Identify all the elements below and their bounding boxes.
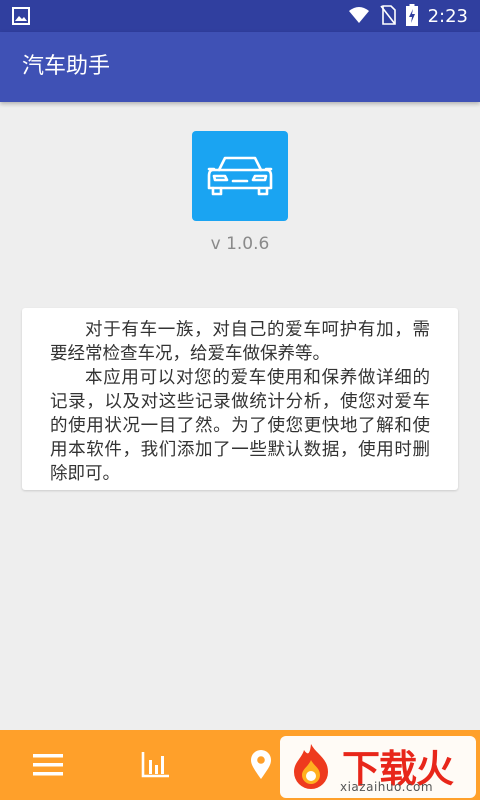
description-paragraph-1: 对于有车一族，对自己的爱车呵护有加，需要经常检查车况，给爱车做保养等。 xyxy=(50,320,430,364)
app-version: v 1.0.6 xyxy=(210,234,270,254)
status-bar: 2:23 xyxy=(0,0,480,32)
chart-icon xyxy=(141,752,169,778)
watermark-logo: 下载火 xiazaihuo.com xyxy=(280,736,476,798)
nav-statistics-button[interactable] xyxy=(125,730,185,800)
no-sim-icon xyxy=(379,5,396,29)
flame-icon xyxy=(294,744,328,789)
image-icon xyxy=(12,7,30,29)
page-title: 汽车助手 xyxy=(22,54,111,79)
car-icon xyxy=(207,156,273,196)
nav-menu-button[interactable] xyxy=(18,730,78,800)
app-logo xyxy=(192,131,288,221)
wifi-icon xyxy=(348,6,370,28)
description-paragraph-2: 本应用可以对您的爱车使用和保养做详细的记录，以及对这些记录做统计分析，使您对爱车… xyxy=(50,368,430,484)
status-time: 2:23 xyxy=(427,6,468,27)
description-card: 对于有车一族，对自己的爱车呵护有加，需要经常检查车况，给爱车做保养等。 本应用可… xyxy=(22,308,458,490)
watermark-url: xiazaihuo.com xyxy=(340,780,434,794)
location-icon xyxy=(251,750,271,779)
app-bar: 汽车助手 xyxy=(0,32,480,102)
menu-icon xyxy=(33,754,63,776)
battery-charging-icon xyxy=(405,4,418,30)
